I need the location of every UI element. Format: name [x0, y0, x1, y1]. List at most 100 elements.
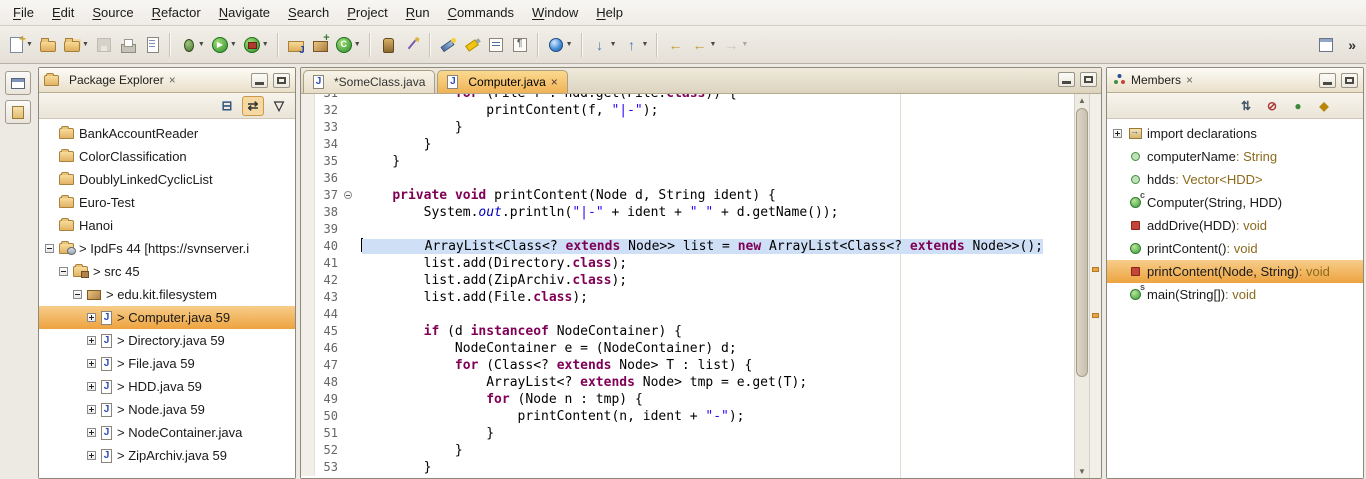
code-text[interactable]: if (d instanceof NodeContainer) {	[357, 323, 1074, 340]
tree-expander-icon[interactable]	[73, 290, 82, 299]
code-line[interactable]: 44	[301, 306, 1074, 323]
code-line[interactable]: 49 for (Node n : tmp) {	[301, 391, 1074, 408]
menu-window[interactable]: Window	[523, 1, 587, 24]
code-line[interactable]: 47 for (Class<? extends Node> T : list) …	[301, 357, 1074, 374]
tree-expander-icon[interactable]	[87, 405, 96, 414]
member-item[interactable]: hdds : Vector<HDD>	[1107, 168, 1363, 191]
code-text[interactable]: list.add(ZipArchiv.class);	[357, 272, 1074, 289]
new-java-project-icon[interactable]	[285, 33, 307, 57]
tree-item[interactable]: DoublyLinkedCyclicList	[39, 168, 295, 191]
code-line[interactable]: 45 if (d instanceof NodeContainer) {	[301, 323, 1074, 340]
new-editor-icon[interactable]: ▼	[61, 33, 91, 57]
dropdown-arrow-icon[interactable]: ▼	[354, 41, 361, 48]
view-menu-icon[interactable]: ▽	[268, 96, 290, 116]
code-text[interactable]: list.add(Directory.class);	[357, 255, 1074, 272]
tree-expander-icon[interactable]	[87, 451, 96, 460]
tree-item[interactable]: > edu.kit.filesystem	[39, 283, 295, 306]
member-item[interactable]: import declarations	[1107, 122, 1363, 145]
previous-annotation-icon[interactable]: ↑▼	[621, 33, 651, 57]
code-text[interactable]: NodeContainer e = (NodeContainer) d;	[357, 340, 1074, 357]
mark-occurrences-icon[interactable]	[461, 33, 483, 57]
annotation-ruler-cell[interactable]	[301, 357, 315, 374]
tree-item[interactable]: Hanoi	[39, 214, 295, 237]
member-item[interactable]: computerName : String	[1107, 145, 1363, 168]
tree-expander-icon[interactable]	[87, 382, 96, 391]
pin-editor-icon[interactable]	[1315, 33, 1337, 57]
maximize-editor-icon[interactable]	[1080, 72, 1097, 87]
menu-file[interactable]: File	[4, 1, 43, 24]
tree-item[interactable]: > HDD.java 59	[39, 375, 295, 398]
code-line[interactable]: 53 }	[301, 459, 1074, 476]
code-text[interactable]: printContent(f, "|-");	[357, 102, 1074, 119]
maximize-view-icon[interactable]	[273, 73, 290, 88]
forward-icon[interactable]: →▼	[720, 33, 750, 57]
annotation-ruler-cell[interactable]	[301, 323, 315, 340]
member-item[interactable]: printContent(Node, String) : void	[1107, 260, 1363, 283]
code-text[interactable]: list.add(File.class);	[357, 289, 1074, 306]
next-annotation-icon[interactable]: ↓▼	[589, 33, 619, 57]
menu-commands[interactable]: Commands	[439, 1, 523, 24]
tree-expander-icon[interactable]	[87, 428, 96, 437]
annotation-ruler-cell[interactable]	[301, 238, 315, 255]
create-jar-icon[interactable]	[377, 33, 399, 57]
code-text[interactable]	[357, 170, 1074, 187]
save-icon[interactable]	[93, 33, 115, 57]
code-text[interactable]: ArrayList<Class<? extends Node>> list = …	[357, 238, 1074, 255]
dropdown-arrow-icon[interactable]: ▼	[198, 41, 205, 48]
code-area[interactable]: 31 for (File f : hdd.get(File.class)) { 3…	[301, 94, 1074, 478]
annotation-ruler-cell[interactable]	[301, 459, 315, 476]
back-icon[interactable]: ←▼	[688, 33, 718, 57]
code-line[interactable]: 35 }	[301, 153, 1074, 170]
code-line[interactable]: 34 }	[301, 136, 1074, 153]
dropdown-arrow-icon[interactable]: ▼	[230, 41, 237, 48]
annotation-ruler-cell[interactable]	[301, 425, 315, 442]
code-text[interactable]: printContent(n, ident + "-");	[357, 408, 1074, 425]
code-text[interactable]	[357, 221, 1074, 238]
tree-expander-icon[interactable]	[87, 336, 96, 345]
tree-item[interactable]: ColorClassification	[39, 145, 295, 168]
hide-non-public-members-icon[interactable]: ◆	[1313, 96, 1335, 116]
member-item[interactable]: Computer(String, HDD)	[1107, 191, 1363, 214]
annotation-ruler-cell[interactable]	[301, 442, 315, 459]
open-file-icon[interactable]	[37, 33, 59, 57]
close-tab-icon[interactable]	[551, 75, 558, 89]
link-with-editor-icon[interactable]: ⇄	[242, 96, 264, 116]
toolbar-overflow-chevron-icon[interactable]: »	[1348, 37, 1356, 53]
fold-collapse-icon[interactable]	[344, 191, 352, 199]
tree-item[interactable]: Euro-Test	[39, 191, 295, 214]
code-line[interactable]: 33 }	[301, 119, 1074, 136]
dropdown-arrow-icon[interactable]: ▼	[26, 41, 33, 48]
minimize-editor-icon[interactable]	[1058, 72, 1075, 87]
overview-ruler[interactable]	[1089, 94, 1101, 478]
annotation-ruler-cell[interactable]	[301, 153, 315, 170]
tree-expander-icon[interactable]	[87, 313, 96, 322]
editor-tab[interactable]: Computer.java	[437, 70, 567, 93]
code-text[interactable]: }	[357, 136, 1074, 153]
code-text[interactable]	[357, 306, 1074, 323]
code-text[interactable]: }	[357, 153, 1074, 170]
search-icon[interactable]	[437, 33, 459, 57]
annotation-ruler-cell[interactable]	[301, 204, 315, 221]
occurrence-marker[interactable]	[1092, 267, 1099, 272]
tree-item[interactable]: > IpdFs 44 [https://svnserver.i	[39, 237, 295, 260]
code-line[interactable]: 46 NodeContainer e = (NodeContainer) d;	[301, 340, 1074, 357]
code-text[interactable]: }	[357, 442, 1074, 459]
dropdown-arrow-icon[interactable]: ▼	[741, 41, 748, 48]
annotation-ruler-cell[interactable]	[301, 272, 315, 289]
restore-views-icon[interactable]	[5, 71, 31, 95]
show-source-icon[interactable]	[485, 33, 507, 57]
code-line[interactable]: 31 for (File f : hdd.get(File.class)) {	[301, 94, 1074, 102]
code-line[interactable]: 43 list.add(File.class);	[301, 289, 1074, 306]
menu-search[interactable]: Search	[279, 1, 338, 24]
tree-item[interactable]: > NodeContainer.java	[39, 421, 295, 444]
member-item[interactable]: addDrive(HDD) : void	[1107, 214, 1363, 237]
code-text[interactable]: System.out.println("|-" + ident + " " + …	[357, 204, 1074, 221]
code-text[interactable]: for (Node n : tmp) {	[357, 391, 1074, 408]
code-line[interactable]: 40 ArrayList<Class<? extends Node>> list…	[301, 238, 1074, 255]
generate-javadoc-icon[interactable]	[401, 33, 423, 57]
code-text[interactable]: }	[357, 119, 1074, 136]
tree-item[interactable]: > Node.java 59	[39, 398, 295, 421]
code-line[interactable]: 52 }	[301, 442, 1074, 459]
member-expander-icon[interactable]	[1113, 129, 1122, 138]
annotation-ruler-cell[interactable]	[301, 374, 315, 391]
